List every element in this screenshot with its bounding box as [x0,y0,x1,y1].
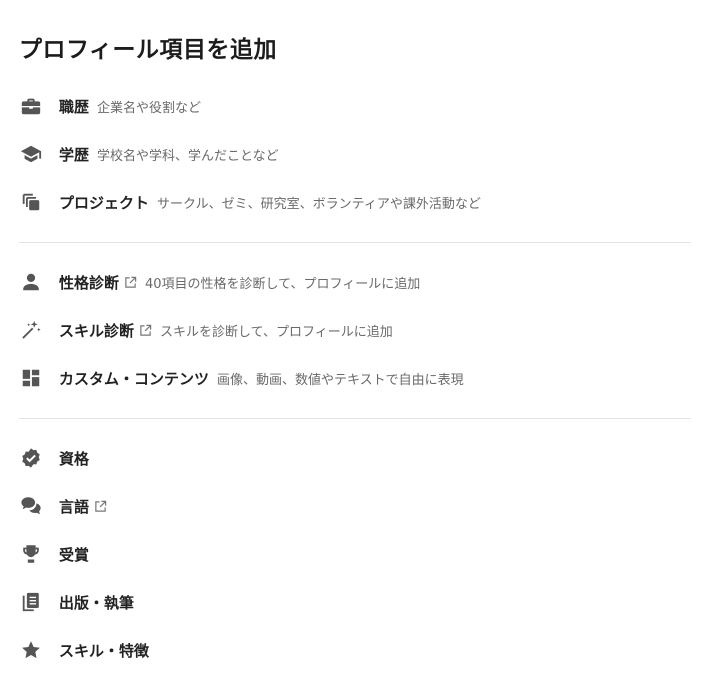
magic-wand-icon [19,318,43,342]
external-link-icon [139,324,152,337]
menu-item-skills-traits[interactable]: スキル・特徴 [19,634,691,666]
menu-item-description: サークル、ゼミ、研究室、ボランティアや課外活動など [157,196,481,212]
menu-item-label: スキル診断 [59,321,135,340]
trophy-icon [19,542,43,566]
star-icon [19,638,43,662]
menu-item-personality-test[interactable]: 性格診断 40項目の性格を診断して、プロフィールに追加 [19,266,691,298]
menu-item-project[interactable]: プロジェクト サークル、ゼミ、研究室、ボランティアや課外活動など [19,186,691,218]
briefcase-icon [19,94,43,118]
menu-item-description: 40項目の性格を診断して、プロフィールに追加 [145,276,421,292]
verified-badge-icon [19,446,43,470]
menu-item-language[interactable]: 言語 [19,490,691,522]
section-divider [19,242,691,243]
external-link-icon [94,500,107,513]
menu-item-label: プロジェクト [59,193,150,212]
section-divider [19,418,691,419]
graduation-cap-icon [19,142,43,166]
menu-item-publication[interactable]: 出版・執筆 [19,586,691,618]
person-icon [19,270,43,294]
page-title: プロフィール項目を追加 [19,37,278,63]
documents-icon [19,590,43,614]
menu-item-label: 性格診断 [59,273,120,292]
menu-item-award[interactable]: 受賞 [19,538,691,570]
chat-bubbles-icon [19,494,43,518]
menu-item-description: 学校名や学科、学んだことなど [97,148,279,164]
menu-item-description: 画像、動画、数値やテキストで自由に表現 [217,372,464,388]
menu-item-skill-test[interactable]: スキル診断 スキルを診断して、プロフィールに追加 [19,314,691,346]
menu-item-label: 受賞 [59,545,90,564]
menu-item-label: 職歴 [59,97,90,116]
menu-item-custom-content[interactable]: カスタム・コンテンツ 画像、動画、数値やテキストで自由に表現 [19,362,691,394]
menu-item-education[interactable]: 学歴 学校名や学科、学んだことなど [19,138,691,170]
menu-item-label: カスタム・コンテンツ [59,369,210,388]
menu-item-work-history[interactable]: 職歴 企業名や役割など [19,90,691,122]
menu-item-description: スキルを診断して、プロフィールに追加 [160,324,393,340]
menu-item-label: 出版・執筆 [59,593,135,612]
add-profile-item-panel: プロフィール項目を追加 職歴 企業名や役割など 学歴 学校名や学科、学んだことな… [0,0,708,688]
menu-item-label: 学歴 [59,145,90,164]
menu-item-label: 資格 [59,449,90,468]
stacked-cards-icon [19,190,43,214]
menu-item-certification[interactable]: 資格 [19,442,691,474]
menu-item-label: 言語 [59,497,90,516]
menu-item-description: 企業名や役割など [97,100,202,116]
menu-item-label: スキル・特徴 [59,641,150,660]
external-link-icon [124,276,137,289]
dashboard-icon [19,366,43,390]
